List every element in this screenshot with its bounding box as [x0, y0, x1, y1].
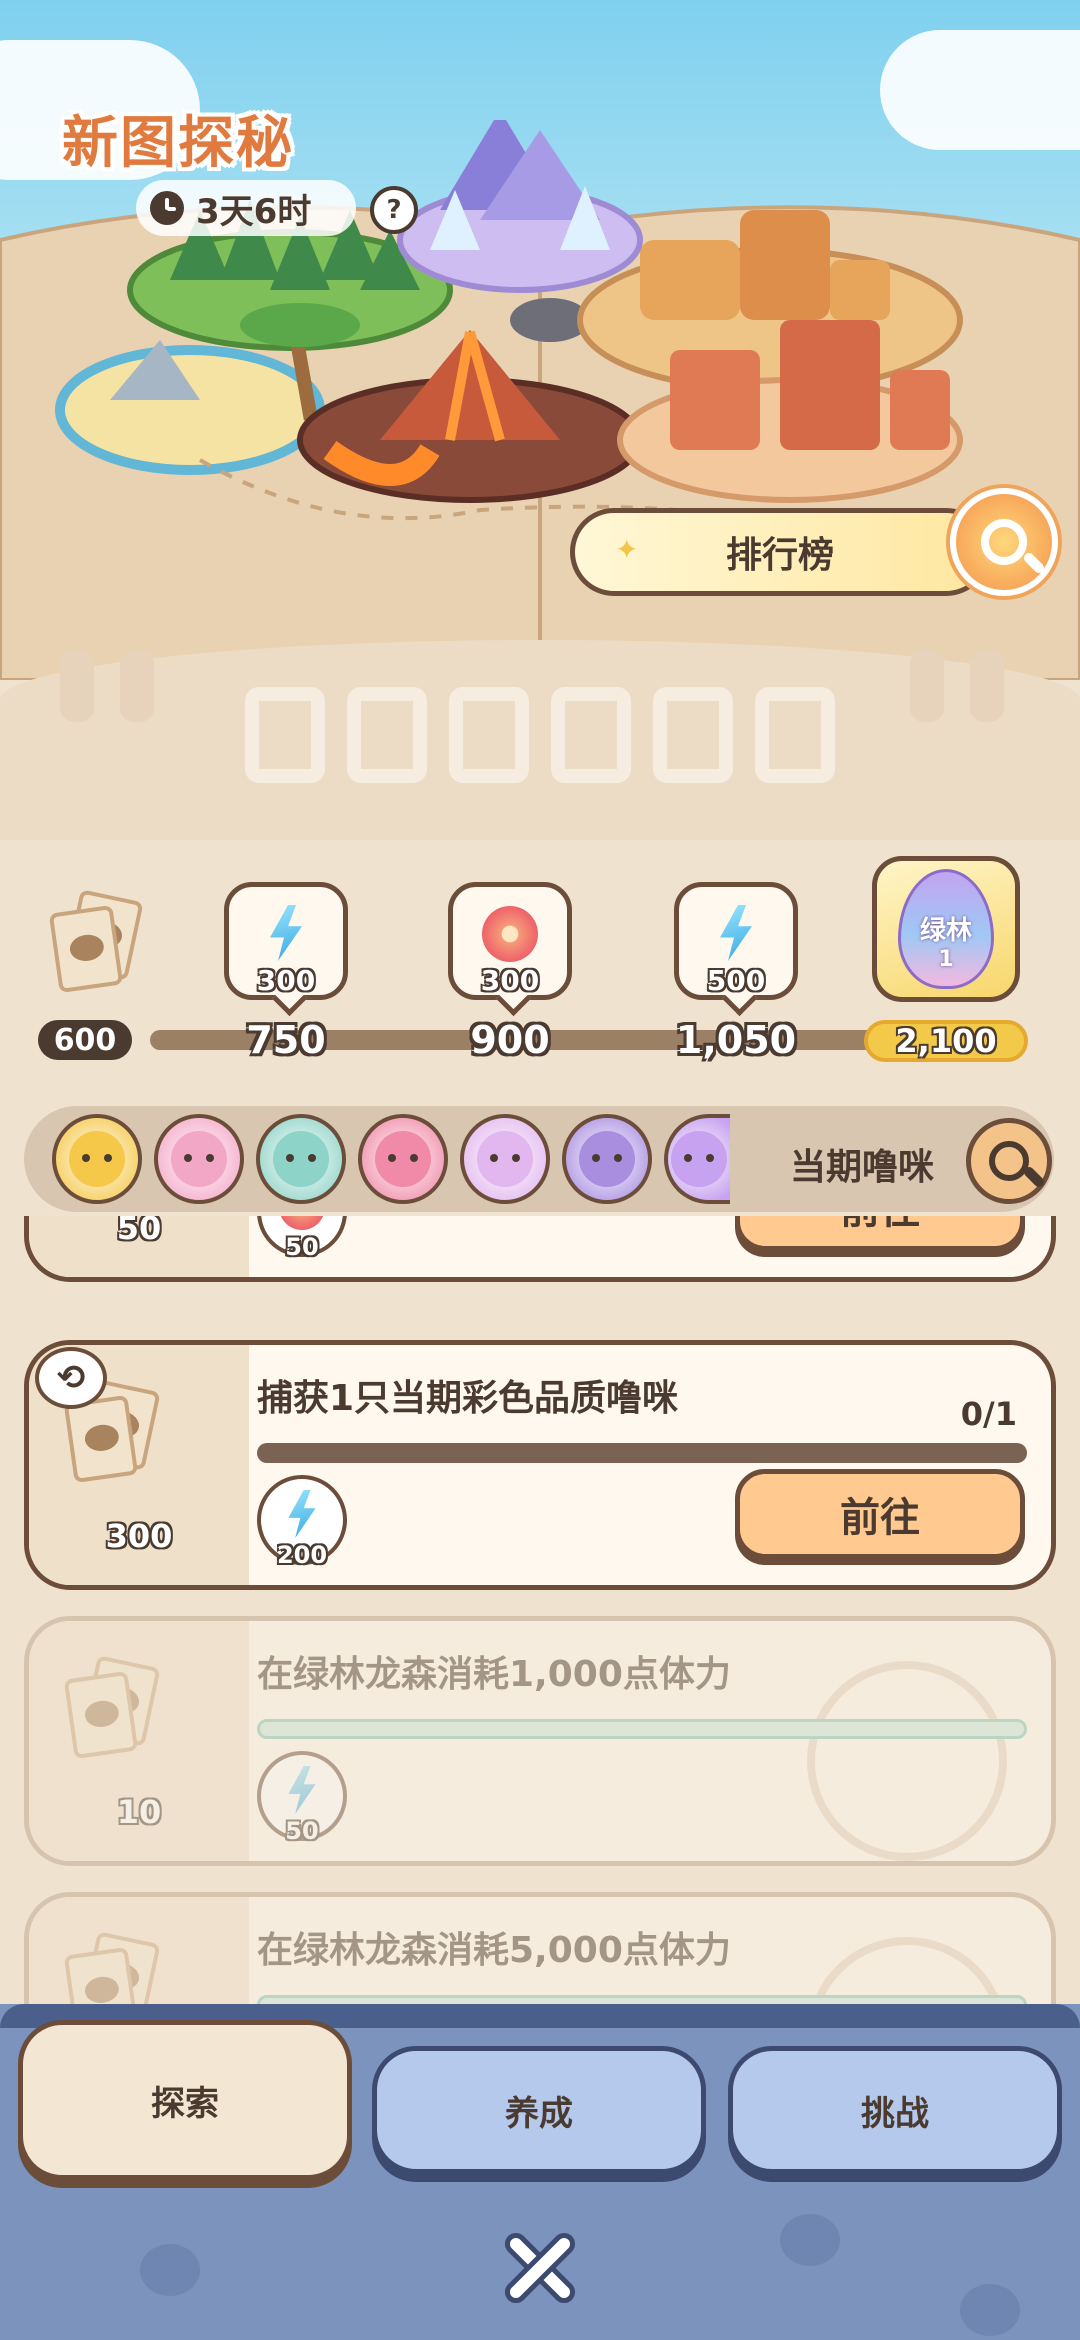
egg-name: 绿林 — [919, 916, 972, 946]
egg-count: 1 — [938, 947, 954, 972]
task-points: 300 — [105, 1517, 173, 1555]
creature-avatar-yellow-beast[interactable] — [52, 1114, 142, 1204]
task-reward-amount: 50 — [285, 1233, 319, 1261]
lightning-icon — [720, 905, 752, 961]
banner-post — [120, 650, 154, 722]
sparkle-icon: ✦ — [615, 533, 639, 566]
banner-post — [910, 650, 944, 722]
task-item: 50 50 前往 — [24, 1216, 1056, 1282]
banner-logo — [230, 680, 850, 790]
candy-icon — [279, 1216, 325, 1230]
banner-post — [970, 650, 1004, 722]
ranking-search-icon[interactable] — [950, 488, 1058, 596]
completed-stamp-icon — [807, 1661, 1007, 1861]
lightning-icon — [288, 1490, 316, 1538]
creature-strip-label: 当期噜咪 — [790, 1147, 935, 1188]
task-reward-amount: 200 — [276, 1541, 328, 1569]
creature-avatar-rose-creature[interactable] — [358, 1114, 448, 1204]
final-reward-egg[interactable]: 绿林 1 — [872, 856, 1020, 1002]
task-item: ⟲ 300 捕获1只当期彩色品质噜咪 0/1 200 前往 — [24, 1340, 1056, 1590]
creature-avatar-lilac-creature[interactable] — [460, 1114, 550, 1204]
task-reward-amount: 50 — [285, 1817, 319, 1845]
milestone-value: 750 — [246, 1018, 326, 1062]
ticket-cards-icon — [48, 889, 150, 995]
candy-icon — [482, 906, 538, 962]
milestone-reward-1[interactable]: 300 — [224, 882, 348, 1000]
task-list[interactable]: 50 50 前往 ⟲ 300 捕获1只当期彩色品质噜咪 0/1 200 前往 1… — [0, 1216, 1080, 2006]
task-progress-bar — [257, 1719, 1027, 1739]
ticket-cards-icon — [63, 1931, 189, 2006]
creature-search-button[interactable] — [966, 1118, 1052, 1204]
milestone-reward-amount: 300 — [480, 964, 540, 997]
task-progress-count: 0/1 — [960, 1395, 1017, 1433]
creature-avatar-teal-creature[interactable] — [256, 1114, 346, 1204]
ticket-cards-icon — [63, 1655, 189, 1781]
lightning-icon — [270, 905, 302, 961]
task-points: 10 — [116, 1793, 162, 1831]
task-title: 在绿林龙森消耗5,000点体力 — [257, 1930, 731, 1971]
track-start-value: 600 — [38, 1020, 132, 1060]
milestone-reward-3[interactable]: 500 — [674, 882, 798, 1000]
tab-explore[interactable]: 探索 — [18, 2020, 352, 2180]
egg-icon: 绿林 1 — [898, 869, 994, 989]
final-milestone-value: 2,100 — [864, 1020, 1028, 1062]
event-timer: 3天6时 — [136, 180, 356, 236]
task-points: 50 — [116, 1216, 162, 1247]
task-progress-bar — [257, 1443, 1027, 1463]
ranking-button[interactable]: ✦ 排行榜 — [570, 508, 990, 596]
milestone-reward-amount: 500 — [706, 964, 766, 997]
creature-avatar-purple-owl[interactable] — [562, 1114, 652, 1204]
task-item: 在绿林龙森消耗5,000点体力 — [24, 1892, 1056, 2006]
task-item: 10 在绿林龙森消耗1,000点体力 50 — [24, 1616, 1056, 1866]
milestone-value: 1,050 — [675, 1018, 797, 1062]
clock-icon — [150, 191, 184, 225]
milestone-value: 900 — [470, 1018, 550, 1062]
lightning-icon — [288, 1766, 316, 1814]
milestone-reward-amount: 300 — [256, 964, 316, 997]
go-button[interactable]: 前往 — [735, 1216, 1025, 1251]
close-button[interactable] — [486, 2214, 594, 2322]
milestone-reward-2[interactable]: 300 — [448, 882, 572, 1000]
go-button[interactable]: 前往 — [735, 1469, 1025, 1559]
page-title: 新图探秘 — [62, 111, 294, 176]
search-icon — [989, 1141, 1029, 1181]
tab-develop[interactable]: 养成 — [372, 2046, 706, 2174]
ranking-label: 排行榜 — [725, 535, 834, 576]
timer-text: 3天6时 — [196, 191, 312, 232]
task-title: 在绿林龙森消耗1,000点体力 — [257, 1654, 731, 1695]
info-icon[interactable]: ? — [370, 186, 418, 234]
banner-post — [60, 650, 94, 722]
tab-challenge[interactable]: 挑战 — [728, 2046, 1062, 2174]
creature-avatar-pink-creature[interactable] — [154, 1114, 244, 1204]
repeat-icon: ⟲ — [35, 1347, 107, 1409]
map-hero: 新图探秘 3天6时 ? ✦ 排行榜 — [0, 0, 1080, 680]
task-title: 捕获1只当期彩色品质噜咪 — [257, 1378, 679, 1419]
